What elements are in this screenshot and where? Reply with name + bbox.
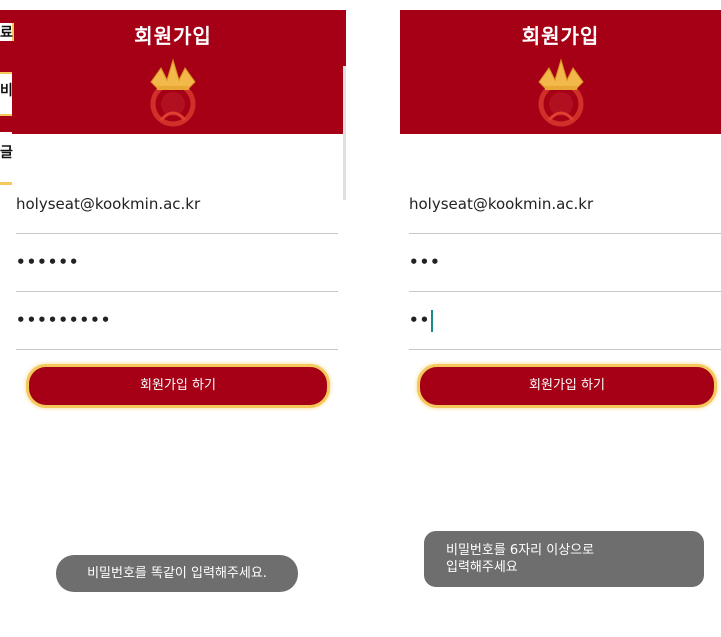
toast-line: 입력해주세요 <box>446 560 518 575</box>
password-confirm-field[interactable]: •• <box>409 291 721 350</box>
scrollbar[interactable] <box>343 66 346 200</box>
password-confirm-value: ••••••••• <box>16 311 112 329</box>
app-header: 회원가입 <box>0 10 346 134</box>
toast-line: 비밀번호를 6자리 이상으로 <box>446 543 595 558</box>
password-confirm-field[interactable]: ••••••••• <box>16 291 338 350</box>
email-value: holyseat@kookmin.ac.kr <box>16 195 201 213</box>
toast-message: 비밀번호를 똑같이 입력해주세요. <box>56 555 298 592</box>
artifact-text: 글 <box>0 145 13 161</box>
signup-button[interactable]: 회원가입 하기 <box>417 364 717 408</box>
page-title: 회원가입 <box>521 24 600 48</box>
email-value: holyseat@kookmin.ac.kr <box>409 195 594 213</box>
artifact-text: 비 <box>0 83 13 99</box>
text-cursor <box>431 309 434 332</box>
app-header: 회원가입 <box>400 10 721 134</box>
email-field[interactable]: holyseat@kookmin.ac.kr <box>409 175 721 234</box>
password-field[interactable]: ••• <box>409 233 721 292</box>
signup-button[interactable]: 회원가입 하기 <box>26 364 330 408</box>
artifact-text: 료 <box>0 25 13 41</box>
email-field[interactable]: holyseat@kookmin.ac.kr <box>16 175 338 234</box>
password-field[interactable]: •••••• <box>16 233 338 292</box>
page-title: 회원가입 <box>134 24 212 48</box>
crown-logo-icon <box>150 58 196 127</box>
password-confirm-value: •• <box>409 311 431 329</box>
crown-logo-icon <box>537 58 584 127</box>
signup-screen-right: 회원가입 holyseat@kookmin.ac.kr ••• •• 회원가입 … <box>400 10 721 637</box>
toast-message: 비밀번호를 6자리 이상으로 입력해주세요 <box>424 531 704 587</box>
password-value: ••• <box>409 253 441 271</box>
signup-screen-left: 회원가입 료 비 글 holyseat@kookmin.ac.kr ••••••… <box>0 10 346 637</box>
password-value: •••••• <box>16 253 80 271</box>
